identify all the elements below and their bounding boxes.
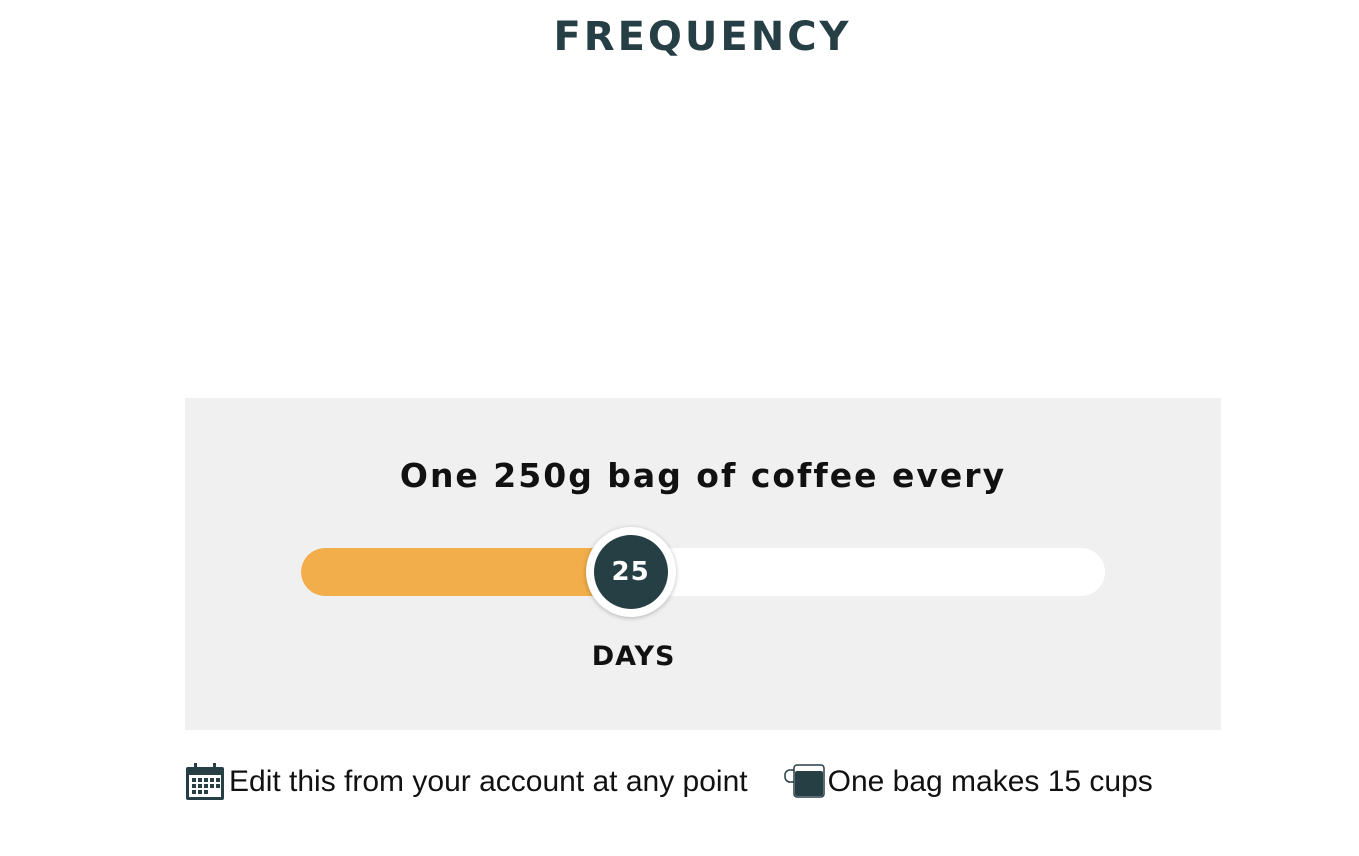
frequency-slider-value: 25 bbox=[593, 535, 668, 609]
frequency-page: FREQUENCY One 250g bag of coffee every 2… bbox=[0, 0, 1359, 856]
info-row: Edit this from your account at any point… bbox=[185, 762, 1153, 802]
edit-info-text: Edit this from your account at any point bbox=[229, 765, 748, 798]
cup-icon bbox=[783, 762, 825, 802]
cups-info: One bag makes 15 cups bbox=[783, 762, 1153, 802]
frequency-heading: One 250g bag of coffee every bbox=[399, 456, 1007, 495]
calendar-icon bbox=[185, 762, 225, 802]
frequency-slider-track[interactable] bbox=[301, 548, 1105, 596]
frequency-unit-label: DAYS bbox=[591, 641, 676, 672]
edit-info: Edit this from your account at any point bbox=[185, 762, 748, 802]
cups-info-text: One bag makes 15 cups bbox=[827, 765, 1153, 798]
section-title: FREQUENCY bbox=[553, 14, 852, 60]
frequency-panel: One 250g bag of coffee every 25 DAYS bbox=[185, 398, 1221, 730]
frequency-slider-thumb[interactable]: 25 bbox=[585, 527, 676, 617]
frequency-slider-fill bbox=[301, 548, 631, 596]
